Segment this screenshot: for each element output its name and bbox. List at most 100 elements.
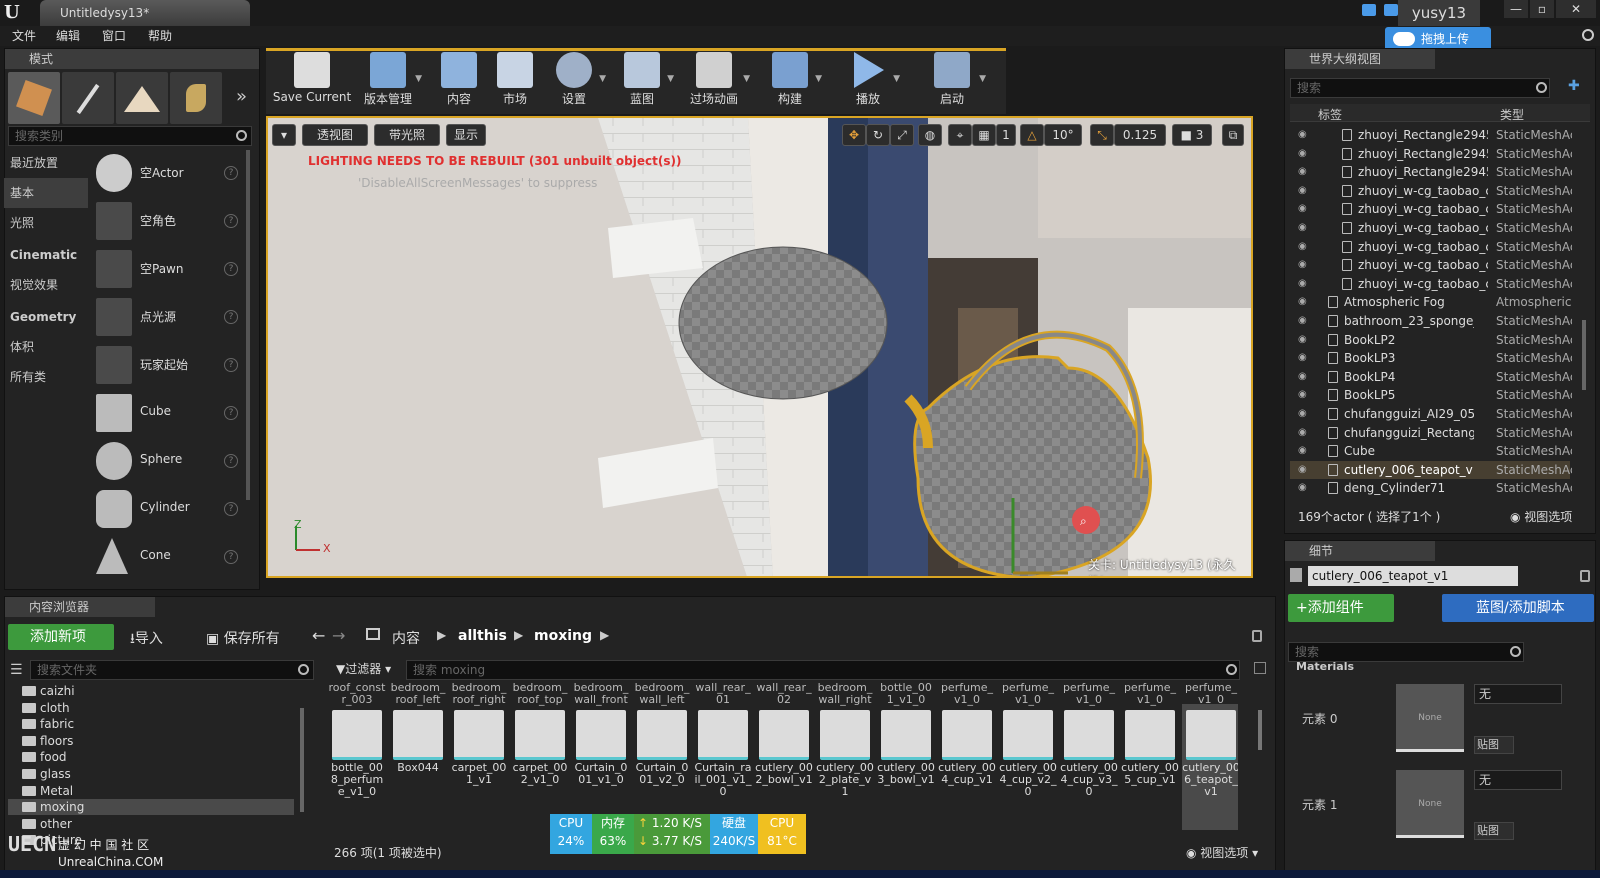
- visibility-eye-icon[interactable]: ◉: [1298, 182, 1307, 200]
- folder-item-fabric[interactable]: fabric: [8, 716, 294, 732]
- folder-item-moxing[interactable]: moxing: [8, 799, 294, 816]
- path-content[interactable]: 内容: [392, 628, 420, 648]
- help-icon[interactable]: ?: [224, 550, 238, 564]
- outliner-row[interactable]: ◉ zhuoyi_Rectangle2945 StaticMeshAc: [1290, 145, 1572, 163]
- category-geometry[interactable]: Geometry: [4, 302, 88, 332]
- outliner-view-options[interactable]: ◉ 视图选项: [1510, 508, 1572, 525]
- asset-tile[interactable]: Curtain_001_v2_0: [633, 704, 691, 830]
- details-search-input[interactable]: 搜索: [1288, 642, 1524, 662]
- asset-tile[interactable]: cutlery_003_bowl_v1: [877, 704, 935, 830]
- folder-item-glass[interactable]: glass: [8, 766, 294, 782]
- visibility-eye-icon[interactable]: ◉: [1298, 424, 1307, 442]
- material-slot-1-texture[interactable]: 贴图: [1474, 822, 1514, 840]
- outliner-row[interactable]: ◉ zhuoyi_w-cg_taobao_c StaticMeshAc: [1290, 238, 1572, 256]
- visibility-eye-icon[interactable]: ◉: [1298, 479, 1307, 497]
- asset-search-input[interactable]: 搜索 moxing: [406, 660, 1240, 680]
- place-sphere[interactable]: Sphere?: [92, 438, 242, 484]
- asset-label[interactable]: roof_constr_003: [328, 682, 386, 706]
- menu-window[interactable]: 窗口: [102, 26, 126, 46]
- outliner-row[interactable]: ◉ BookLP5 StaticMeshAc: [1290, 386, 1572, 404]
- paint-mode-icon[interactable]: [62, 72, 114, 124]
- world-space-icon[interactable]: ◍: [918, 124, 942, 146]
- asset-label[interactable]: perfume_v1_0: [999, 682, 1057, 706]
- asset-label[interactable]: bedroom_wall_left: [633, 682, 691, 706]
- folder-scrollbar[interactable]: [300, 708, 304, 812]
- scale-snap-value[interactable]: 0.125: [1114, 124, 1166, 146]
- path-moxing[interactable]: moxing: [534, 628, 592, 644]
- menu-edit[interactable]: 编辑: [56, 26, 80, 46]
- scale-tool-icon[interactable]: ⤢: [890, 124, 914, 146]
- material-slot-1-select[interactable]: 无: [1474, 770, 1562, 790]
- add-actor-icon[interactable]: ✚: [1568, 78, 1580, 94]
- chat-icon[interactable]: [1362, 4, 1376, 16]
- outliner-row[interactable]: ◉ zhuoyi_w-cg_taobao_c StaticMeshAc: [1290, 256, 1572, 274]
- minimize-icon[interactable]: —: [1504, 0, 1528, 18]
- feedback-icon[interactable]: [1384, 4, 1398, 16]
- material-slot-1-thumb[interactable]: None: [1396, 770, 1464, 838]
- visibility-eye-icon[interactable]: ◉: [1298, 312, 1307, 330]
- visibility-eye-icon[interactable]: ◉: [1298, 293, 1307, 311]
- viewport-options-button[interactable]: ▾: [272, 124, 296, 146]
- category-search-input[interactable]: 搜索类别: [8, 126, 252, 146]
- asset-tile[interactable]: cutlery_006_teapot_v1: [1182, 704, 1238, 830]
- show-button[interactable]: 显示: [446, 124, 486, 146]
- visibility-eye-icon[interactable]: ◉: [1298, 461, 1307, 479]
- asset-label[interactable]: perfume_v1_0: [1182, 682, 1238, 706]
- materials-section-header[interactable]: Materials: [1296, 660, 1354, 673]
- outliner-row[interactable]: ◉ zhuoyi_w-cg_taobao_c StaticMeshAc: [1290, 219, 1572, 237]
- marketplace-button[interactable]: 市场: [490, 48, 540, 108]
- asset-tile[interactable]: carpet_002_v1_0: [511, 704, 569, 830]
- path-allthis[interactable]: allthis: [458, 628, 507, 644]
- asset-label[interactable]: bedroom_roof_right: [450, 682, 508, 706]
- place-empty-actor[interactable]: 空Actor?: [92, 150, 242, 196]
- outliner-tab[interactable]: 世界大纲视图: [1285, 49, 1435, 69]
- magnifier-icon[interactable]: ⌕: [1080, 514, 1087, 529]
- import-button[interactable]: ⭳导入: [130, 628, 163, 652]
- save-all-button[interactable]: ▣ 保存所有: [206, 628, 280, 648]
- visibility-eye-icon[interactable]: ◉: [1298, 442, 1307, 460]
- help-icon[interactable]: ?: [224, 166, 238, 180]
- outliner-row[interactable]: ◉ BookLP2 StaticMeshAc: [1290, 331, 1572, 349]
- folder-item-food[interactable]: food: [8, 749, 294, 765]
- scale-snap-icon[interactable]: ⤡: [1090, 124, 1114, 146]
- visibility-eye-icon[interactable]: ◉: [1298, 200, 1307, 218]
- asset-tile[interactable]: cutlery_002_bowl_v1: [755, 704, 813, 830]
- add-new-button[interactable]: 添加新项: [8, 624, 114, 650]
- asset-label[interactable]: bottle_001_v1_0: [877, 682, 935, 706]
- outliner-row[interactable]: ◉ BookLP3 StaticMeshAc: [1290, 349, 1572, 367]
- visibility-eye-icon[interactable]: ◉: [1298, 256, 1307, 274]
- outliner-search-input[interactable]: 搜索: [1290, 78, 1550, 98]
- lit-mode-button[interactable]: 带光照: [374, 124, 440, 146]
- visibility-eye-icon[interactable]: ◉: [1298, 238, 1307, 256]
- place-cube[interactable]: Cube?: [92, 390, 242, 436]
- maximize-viewport-icon[interactable]: ⧉: [1222, 124, 1244, 146]
- visibility-eye-icon[interactable]: ◉: [1298, 405, 1307, 423]
- visibility-eye-icon[interactable]: ◉: [1298, 331, 1307, 349]
- visibility-eye-icon[interactable]: ◉: [1298, 163, 1307, 181]
- category-all-classes[interactable]: 所有类: [4, 362, 88, 392]
- grid-snap-icon[interactable]: ▦: [972, 124, 996, 146]
- asset-label[interactable]: perfume_v1_0: [1121, 682, 1179, 706]
- asset-tile[interactable]: cutlery_004_cup_v3_0: [1060, 704, 1118, 830]
- lock-icon[interactable]: [1252, 630, 1262, 642]
- asset-label[interactable]: bedroom_roof_top: [511, 682, 569, 706]
- place-empty-pawn[interactable]: 空Pawn?: [92, 246, 242, 292]
- save-current-button[interactable]: Save Current: [272, 48, 352, 108]
- asset-scrollbar[interactable]: [1258, 710, 1262, 750]
- content-browser-tab[interactable]: 内容浏览器: [5, 597, 155, 617]
- asset-tile[interactable]: Box044: [389, 704, 447, 830]
- asset-tile[interactable]: Curtain_rail_001_v1_0: [694, 704, 752, 830]
- place-empty-character[interactable]: 空角色?: [92, 198, 242, 244]
- folder-search-input[interactable]: 搜索文件夹: [30, 660, 314, 680]
- asset-tile[interactable]: cutlery_004_cup_v2_0: [999, 704, 1057, 830]
- category-recent[interactable]: 最近放置: [4, 148, 88, 178]
- help-icon[interactable]: ?: [224, 358, 238, 372]
- asset-label[interactable]: wall_rear_02: [755, 682, 813, 706]
- level-viewport[interactable]: ▾ 透视图 带光照 显示 LIGHTING NEEDS TO BE REBUIL…: [266, 116, 1253, 578]
- asset-tile[interactable]: carpet_001_v1: [450, 704, 508, 830]
- asset-label[interactable]: bedroom_wall_front: [572, 682, 630, 706]
- category-basic[interactable]: 基本: [4, 178, 88, 208]
- outliner-scrollbar[interactable]: [1582, 320, 1586, 390]
- help-icon[interactable]: ?: [224, 310, 238, 324]
- forward-icon[interactable]: →: [332, 626, 345, 645]
